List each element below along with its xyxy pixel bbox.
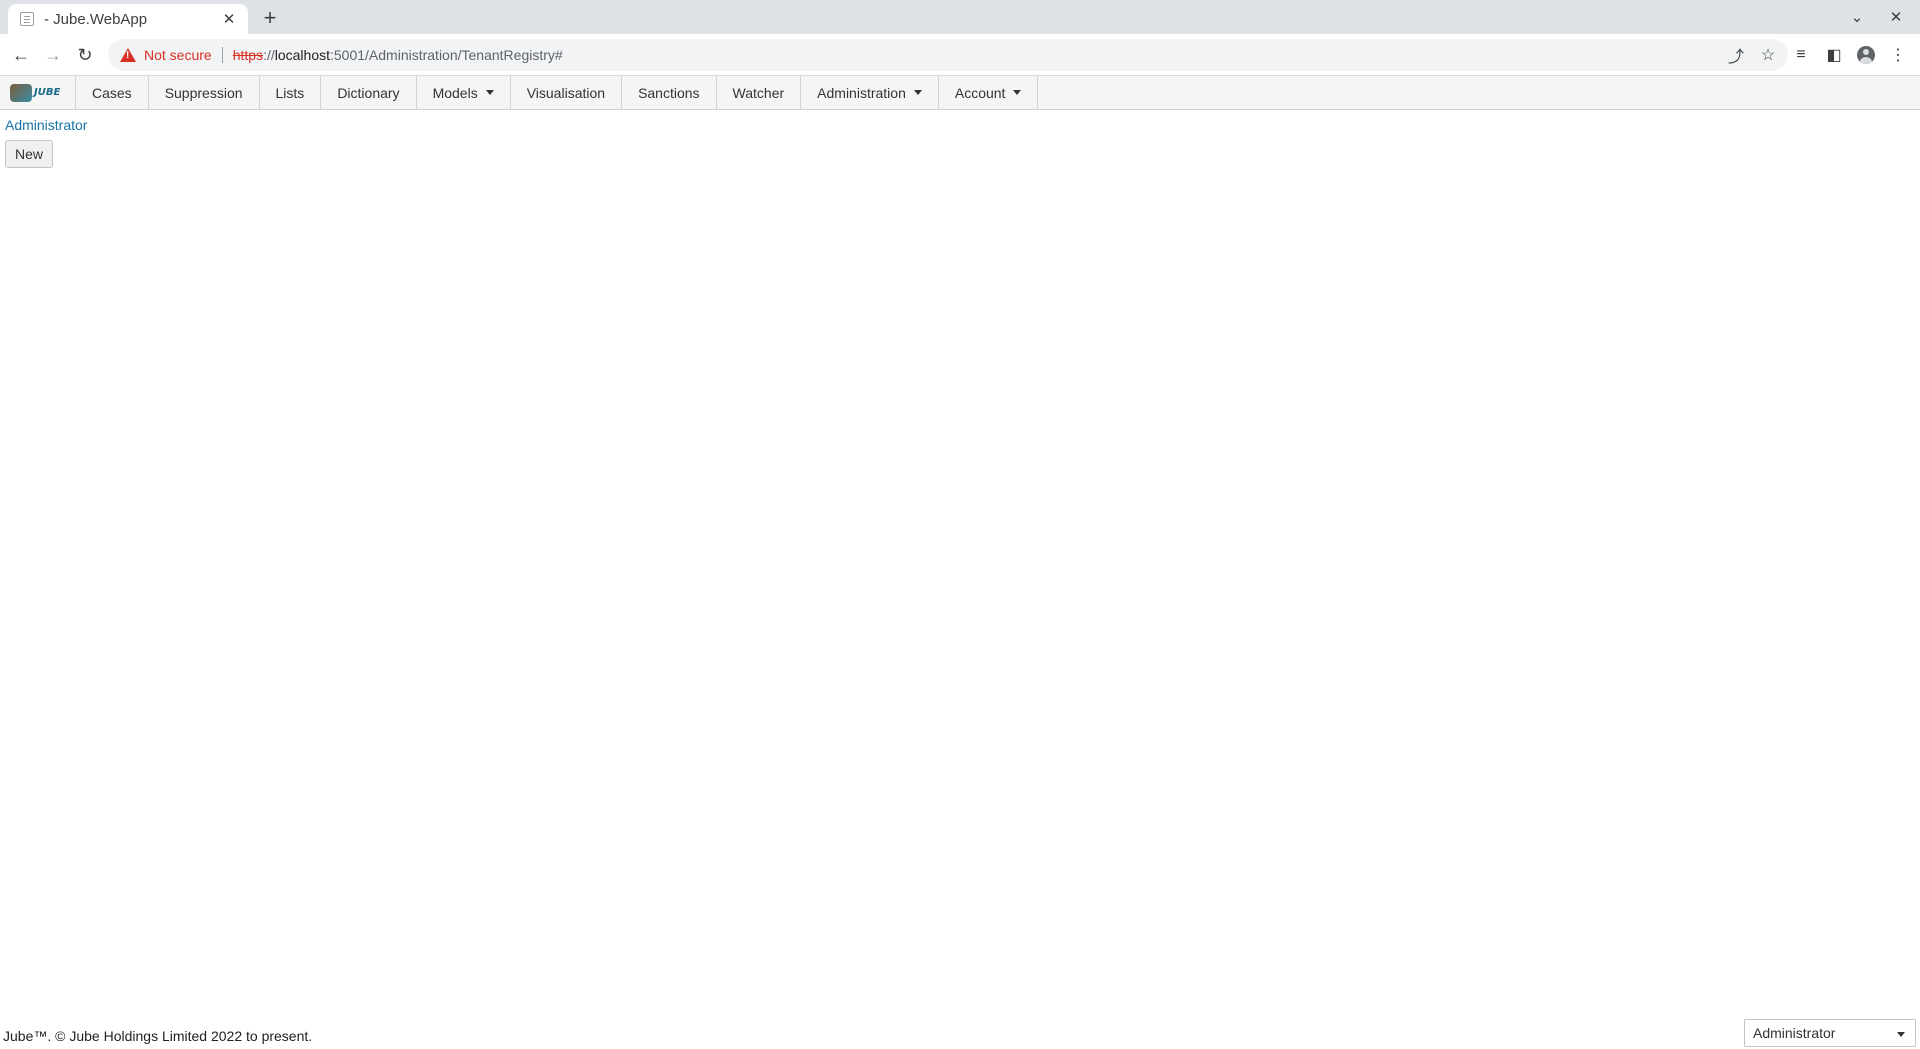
url-host: localhost — [274, 47, 330, 63]
role-select-value: Administrator — [1753, 1025, 1836, 1041]
nav-label: Account — [954, 84, 1006, 101]
bookmark-star-icon[interactable]: ☆ — [1756, 43, 1780, 67]
forward-arrow-icon[interactable]: → — [41, 43, 65, 67]
caret-down-icon — [1897, 1032, 1905, 1037]
nav-label: Administration — [817, 84, 906, 101]
footer-copyright: Jube™. © Jube Holdings Limited 2022 to p… — [3, 1028, 313, 1044]
role-select[interactable]: Administrator — [1744, 1019, 1916, 1047]
back-arrow-icon[interactable]: ← — [9, 43, 33, 67]
url-scheme: https — [232, 47, 264, 63]
reload-icon[interactable]: ↻ — [73, 43, 97, 67]
caret-down-icon — [485, 90, 494, 95]
profile-avatar-icon[interactable] — [1854, 43, 1878, 67]
caret-down-icon — [913, 90, 922, 95]
jube-logo[interactable]: JUBE — [0, 76, 76, 109]
tab-close-icon[interactable]: ✕ — [220, 10, 238, 28]
jube-logo-icon — [10, 83, 32, 102]
browser-menu-icon[interactable]: ⋮ — [1886, 43, 1910, 67]
nav-item-administration[interactable]: Administration — [801, 76, 939, 109]
window-close-icon[interactable]: ✕ — [1884, 6, 1908, 28]
nav-item-dictionary[interactable]: Dictionary — [321, 76, 417, 109]
browser-toolbar: ← → ↻ Not secure https://localhost:5001/… — [0, 34, 1920, 76]
nav-item-visualisation[interactable]: Visualisation — [511, 76, 623, 109]
media-controls-icon[interactable]: ≡ — [1789, 43, 1813, 67]
nav-item-sanctions[interactable]: Sanctions — [622, 76, 717, 109]
side-panel-icon[interactable]: ◧ — [1822, 43, 1846, 67]
security-status[interactable]: Not secure — [144, 47, 212, 63]
avatar — [1857, 46, 1875, 64]
caret-down-icon — [1013, 90, 1022, 95]
nav-label: Watcher — [732, 84, 785, 101]
page-favicon-icon — [20, 12, 34, 26]
nav-label: Suppression — [164, 84, 243, 101]
nav-label: Visualisation — [526, 84, 606, 101]
nav-label: Dictionary — [337, 84, 400, 101]
tab-title: - Jube.WebApp — [44, 10, 148, 28]
tab-search-chevron-icon[interactable]: ⌄ — [1845, 6, 1869, 28]
nav-item-suppression[interactable]: Suppression — [149, 76, 260, 109]
nav-item-lists[interactable]: Lists — [260, 76, 322, 109]
nav-item-watcher[interactable]: Watcher — [717, 76, 802, 109]
nav-item-cases[interactable]: Cases — [76, 76, 149, 109]
new-tab-icon[interactable]: + — [258, 6, 282, 30]
logo-text: JUBE — [34, 87, 61, 98]
nav-label: Lists — [275, 84, 305, 101]
new-button[interactable]: New — [5, 140, 54, 168]
omnibox-divider — [221, 47, 223, 63]
share-icon[interactable]: ⤴ — [1724, 43, 1748, 67]
address-bar[interactable]: Not secure https://localhost:5001/Admini… — [108, 39, 1788, 71]
nav-label: Sanctions — [638, 84, 700, 101]
url-text[interactable]: https://localhost:5001/Administration/Te… — [233, 47, 563, 63]
warning-icon — [120, 47, 136, 63]
nav-label: Cases — [92, 84, 132, 101]
browser-tabstrip: - Jube.WebApp ✕ + ⌄ ✕ — [0, 0, 1920, 34]
nav-label: Models — [432, 84, 478, 101]
browser-tab[interactable]: - Jube.WebApp ✕ — [8, 4, 248, 34]
url-path: :5001/Administration/TenantRegistry# — [330, 47, 563, 63]
breadcrumb-administrator[interactable]: Administrator — [5, 117, 87, 133]
app-navbar: JUBE Cases Suppression Lists Dictionary … — [0, 76, 1920, 110]
nav-item-account[interactable]: Account — [939, 76, 1039, 109]
nav-item-models[interactable]: Models — [417, 76, 511, 109]
